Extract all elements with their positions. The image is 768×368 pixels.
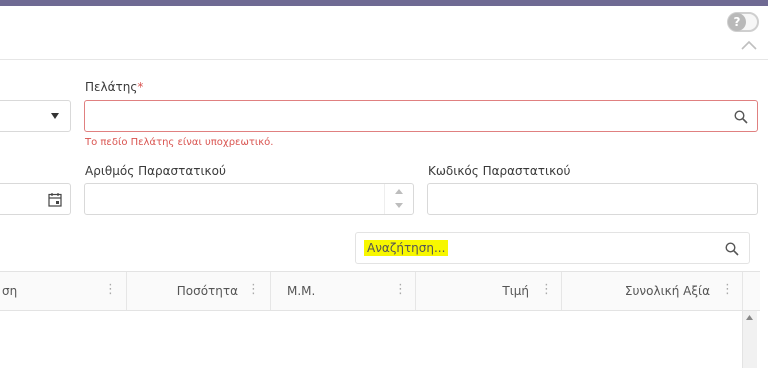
date-field[interactable] [0, 183, 71, 215]
customer-label: Πελάτης* [85, 80, 144, 94]
column-header-price[interactable]: Τιμή ⋮ [416, 272, 561, 310]
spinner-down-icon[interactable] [395, 203, 403, 208]
document-code-field[interactable] [427, 183, 758, 215]
grid-header: ση ⋮ Ποσότητα ⋮ Μ.Μ. ⋮ Τιμή ⋮ Συνολική Α… [0, 271, 760, 311]
caret-down-icon [51, 113, 59, 119]
number-spinner[interactable] [384, 184, 413, 214]
column-header-unit[interactable]: Μ.Μ. ⋮ [271, 272, 415, 310]
column-header-description[interactable]: ση ⋮ [0, 272, 126, 310]
customer-error-message: Το πεδίο Πελάτης είναι υποχρεωτικό. [85, 137, 274, 148]
spinner-up-icon[interactable] [395, 189, 403, 194]
column-header-quantity[interactable]: Ποσότητα ⋮ [127, 272, 270, 310]
grid-search-input[interactable]: Αναζήτηση... [355, 232, 750, 264]
chevron-up-icon[interactable] [740, 38, 758, 52]
series-select[interactable] [0, 100, 71, 132]
column-menu-icon[interactable]: ⋮ [721, 282, 734, 297]
column-menu-icon[interactable]: ⋮ [247, 282, 260, 297]
section-divider [0, 59, 768, 60]
document-number-field[interactable] [84, 183, 414, 215]
customer-field[interactable] [84, 100, 758, 132]
document-number-label: Αριθμός Παραστατικού [85, 164, 226, 178]
document-code-label: Κωδικός Παραστατικού [428, 164, 571, 178]
grid-scrollbar[interactable] [742, 311, 757, 368]
search-icon[interactable] [725, 242, 739, 256]
grid-search-placeholder: Αναζήτηση... [364, 240, 449, 256]
grid-body [0, 311, 742, 368]
calendar-icon[interactable] [48, 192, 62, 207]
scroll-up-icon[interactable] [746, 315, 753, 320]
required-star: * [137, 80, 144, 94]
column-menu-icon[interactable]: ⋮ [540, 282, 553, 297]
column-menu-icon[interactable]: ⋮ [104, 282, 117, 297]
search-icon[interactable] [734, 110, 748, 124]
help-icon: ? [728, 13, 746, 31]
column-menu-icon[interactable]: ⋮ [394, 282, 407, 297]
help-toggle[interactable]: ? [727, 12, 759, 32]
top-accent-bar [0, 0, 768, 6]
column-header-total-value[interactable]: Συνολική Αξία ⋮ [562, 272, 742, 310]
